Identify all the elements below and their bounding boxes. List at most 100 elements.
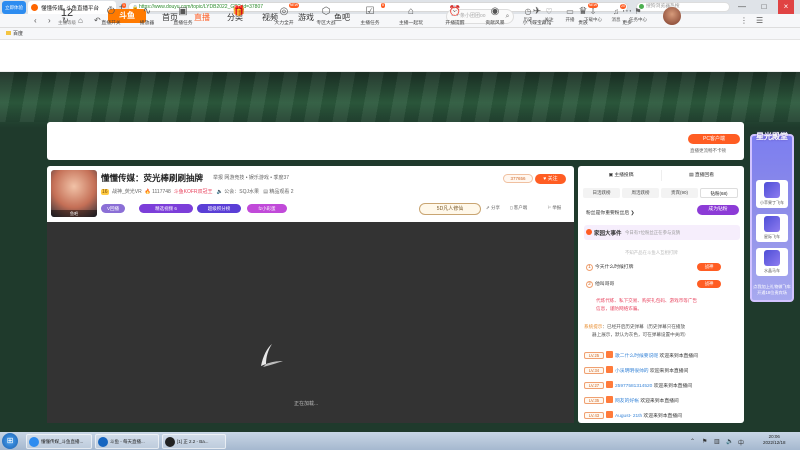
video-player[interactable] bbox=[47, 222, 574, 423]
promo-card[interactable]: 小苹果丁飞车 bbox=[756, 180, 788, 208]
report-button[interactable]: ⚐ 举报 bbox=[547, 205, 561, 211]
home-event-card[interactable]: 家园大事件 今日有7位粉丝正在参与竞猜 bbox=[584, 225, 740, 240]
bookmark-baidu[interactable]: 百度 bbox=[13, 31, 23, 37]
chat-text: 欢迎来到本直播间 bbox=[648, 369, 689, 374]
system-notice: 系统提示：已经开启历史弹幕（历史弹幕只在播放 bbox=[584, 323, 740, 330]
become-diamond-button[interactable]: 成为钻粉 bbox=[697, 205, 739, 215]
toolbar-item[interactable]: ⏰ 开播提醒 bbox=[438, 5, 472, 26]
tray-network-icon[interactable]: ▥ bbox=[714, 438, 720, 445]
toolbar-item[interactable]: ◉ 贡献风暴 bbox=[478, 5, 512, 26]
toolbar-item[interactable]: ⬡ 专区大战 bbox=[309, 5, 343, 26]
pc-client-button[interactable]: PC客户端 bbox=[688, 134, 740, 144]
rank-item[interactable]: 2 他叫哥哥 bbox=[586, 280, 614, 288]
chat-message[interactable]: LV.43 August- 21th 欢迎来到本直播间 bbox=[584, 411, 682, 419]
chat-username[interactable]: 网友的好帐 bbox=[615, 399, 639, 404]
task-player[interactable]: [1] 正 2.2 - Ba... bbox=[162, 434, 226, 449]
tab-replay[interactable]: ▤ 直播回看 bbox=[661, 170, 741, 181]
user-level-badge: LV.27 bbox=[584, 382, 604, 389]
chat-username[interactable]: August- 21th bbox=[615, 414, 642, 419]
pill-featured[interactable]: 精选视频 6 bbox=[139, 204, 193, 213]
chat-message[interactable]: LV.35 网友的好帐 欢迎来到本直播间 bbox=[584, 396, 679, 404]
toolbar-item-label: 开播提醒 bbox=[445, 21, 465, 26]
room-category[interactable]: 举报 网游竞技 • 娱乐游戏 • 季度37 bbox=[213, 174, 289, 181]
toolbar-item-label: 主播一起玩 bbox=[399, 21, 423, 26]
toolbar-item[interactable]: ▣ 直播任务 bbox=[166, 5, 200, 26]
toolbar-item-icon: ⌂ bbox=[407, 6, 415, 17]
share-label: 分享 bbox=[491, 205, 501, 210]
chat-message[interactable]: LV.27 25977581314520 欢迎来到本直播间 bbox=[584, 381, 692, 389]
rank-number: 1 bbox=[586, 264, 593, 271]
chat-username[interactable]: 小溪明明很帅的 bbox=[615, 369, 649, 374]
start-button[interactable]: ⊞ bbox=[2, 433, 18, 449]
fans-count: 377656 bbox=[503, 174, 533, 183]
user-avatar[interactable] bbox=[663, 7, 681, 25]
streamer-avatar[interactable]: 鱼吧 bbox=[51, 170, 97, 217]
streamer-level[interactable]: 12 主播等级 bbox=[50, 6, 84, 26]
side-promo-footer: 点我加上礼物做飞车开通18位贵宾场 bbox=[753, 284, 791, 295]
share-button[interactable]: ⇗ 分享 bbox=[486, 205, 500, 211]
toolbar-item[interactable]: ☑ 主播任务 8 bbox=[353, 3, 387, 26]
car-icon bbox=[764, 182, 780, 198]
hot-count: 1117748 bbox=[152, 189, 171, 195]
tray-up-icon[interactable]: ⌃ bbox=[690, 438, 695, 445]
chat-username[interactable]: 25977581314520 bbox=[615, 384, 652, 389]
bookmarks-bar: 百度 bbox=[0, 28, 800, 40]
room-tag[interactable]: 斗鱼KOFR双冠王 bbox=[174, 189, 213, 195]
task-browser[interactable]: 懂懂传媒_斗鱼直播... bbox=[26, 434, 92, 449]
room-replay[interactable]: 精品观看 2 bbox=[269, 189, 293, 195]
tab-streamer-post-label: 主播投稿 bbox=[614, 173, 634, 178]
user-level-badge: LV.35 bbox=[584, 397, 604, 404]
game-brand-logo[interactable]: 5D凡人修仙 bbox=[419, 203, 481, 215]
rank-tab-daily[interactable]: 日活跃榜 bbox=[583, 188, 620, 198]
follow-button[interactable]: ♥ 关注 bbox=[535, 174, 566, 184]
room-notice: 公会：SQJ水果 bbox=[224, 189, 260, 195]
rank-tab-diamond[interactable]: 钻粉(68) bbox=[700, 188, 738, 198]
toolbar-item-badge: 1 bbox=[122, 3, 126, 8]
menu-icon[interactable]: ☰ bbox=[756, 15, 763, 27]
toolbar-item[interactable]: ◎ 大力全开 NEW bbox=[267, 3, 301, 26]
tab-streamer-post[interactable]: ▣ 主播投稿 bbox=[581, 170, 661, 181]
tray-flag-icon[interactable]: ⚑ bbox=[702, 438, 707, 445]
toolbar-item-icon: 🎁 bbox=[232, 6, 246, 17]
rank-number: 2 bbox=[586, 281, 593, 288]
toolbar-item[interactable]: ⋯ 更多 bbox=[610, 5, 644, 26]
tray-volume-icon[interactable]: 🔈 bbox=[726, 438, 733, 445]
task-app[interactable]: 斗鱼 - 每天直播... bbox=[95, 434, 159, 449]
toolbar-item-icon: ✈ bbox=[532, 6, 542, 17]
browser-search-input[interactable]: 搜狗浏览器热搜 bbox=[636, 2, 730, 12]
toolbar-item[interactable]: ∿ 播放器 bbox=[130, 5, 164, 26]
pill-replay[interactable]: V回播 bbox=[101, 204, 125, 213]
system-clock[interactable]: 20:06 2022/12/18 bbox=[763, 434, 786, 446]
diamond-fans-line[interactable]: 粉丝是你重要粉丝后 ❯ bbox=[586, 209, 635, 216]
toolbar-item[interactable]: ⏻ 直播开关 1 bbox=[94, 3, 128, 26]
toolbar-item-label: 小飞碟宝藏馆 bbox=[522, 21, 552, 26]
pill-points[interactable]: 超级积分榜 bbox=[197, 204, 241, 213]
folder-icon bbox=[6, 31, 11, 35]
extensions-icon[interactable]: ⋮ bbox=[740, 15, 748, 27]
toolbar-item[interactable]: ✈ 小飞碟宝藏馆 bbox=[520, 5, 554, 26]
tray-ime-icon[interactable]: 中 bbox=[738, 438, 744, 447]
back-icon[interactable]: ‹ bbox=[34, 15, 37, 27]
chat-username[interactable]: 歌二什么时候要说呢 bbox=[615, 354, 658, 359]
chat-message[interactable]: LV.34 小溪明明很帅的 欢迎来到本直播间 bbox=[584, 366, 688, 374]
promo-card[interactable]: 星际飞车 bbox=[756, 214, 788, 242]
rank-item[interactable]: 1 今天什么时候打牌 bbox=[586, 263, 633, 271]
toolbar-item[interactable]: ⌂ 主播一起玩 bbox=[394, 5, 428, 26]
toolbar-item-icon: ◉ bbox=[490, 6, 500, 17]
rank-text: 今天什么时候打牌 bbox=[595, 265, 634, 270]
streamer-name[interactable]: 战神_荧光VR bbox=[112, 189, 142, 195]
streamer-toolbar bbox=[47, 122, 744, 160]
toolbar-item[interactable]: 🎁 bbox=[222, 5, 256, 19]
toolbar-item[interactable]: ♛ 贵族 NEW bbox=[566, 3, 600, 26]
browser-logo[interactable]: 立即体验 bbox=[2, 1, 26, 14]
client-button[interactable]: ▯ 客户端 bbox=[510, 205, 527, 211]
chat-message[interactable]: LV.25 歌二什么时候要说呢 欢迎来到本直播间 bbox=[584, 351, 698, 359]
minimize-button[interactable]: — bbox=[734, 0, 750, 14]
rank-tab-vip[interactable]: 贵宾(90) bbox=[661, 188, 698, 198]
promo-card[interactable]: 水晶马车 bbox=[756, 248, 788, 276]
rank-badge: 战神 bbox=[697, 263, 721, 271]
pill-egg[interactable]: fz小彩蛋 bbox=[247, 204, 287, 213]
rank-tab-weekly[interactable]: 周活跃榜 bbox=[622, 188, 659, 198]
maximize-button[interactable]: □ bbox=[756, 0, 772, 14]
close-window-button[interactable]: × bbox=[778, 0, 794, 14]
